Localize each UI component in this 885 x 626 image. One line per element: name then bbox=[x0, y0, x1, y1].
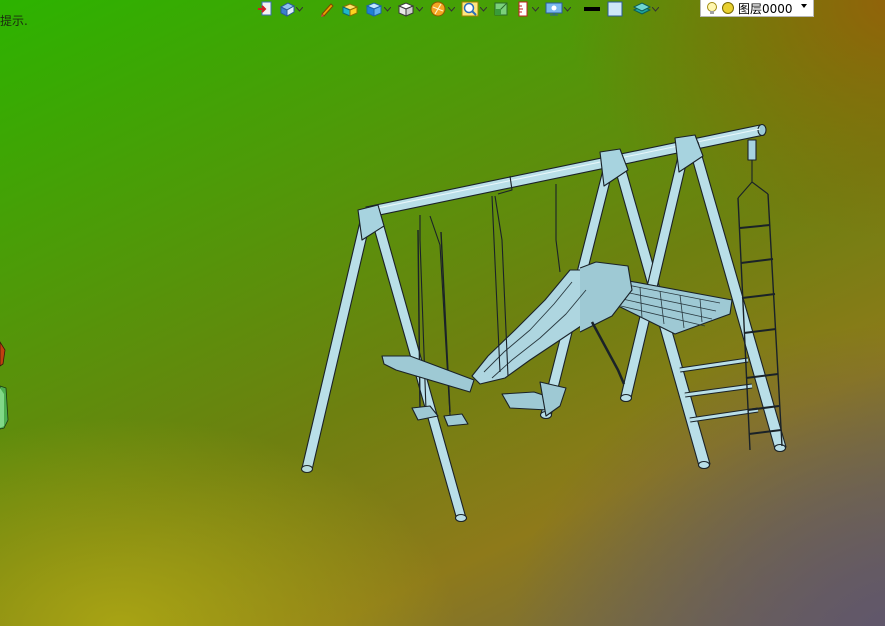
graphics-viewport[interactable]: 提示. 图层0000 bbox=[0, 0, 885, 626]
swing-set-model[interactable] bbox=[0, 0, 885, 626]
